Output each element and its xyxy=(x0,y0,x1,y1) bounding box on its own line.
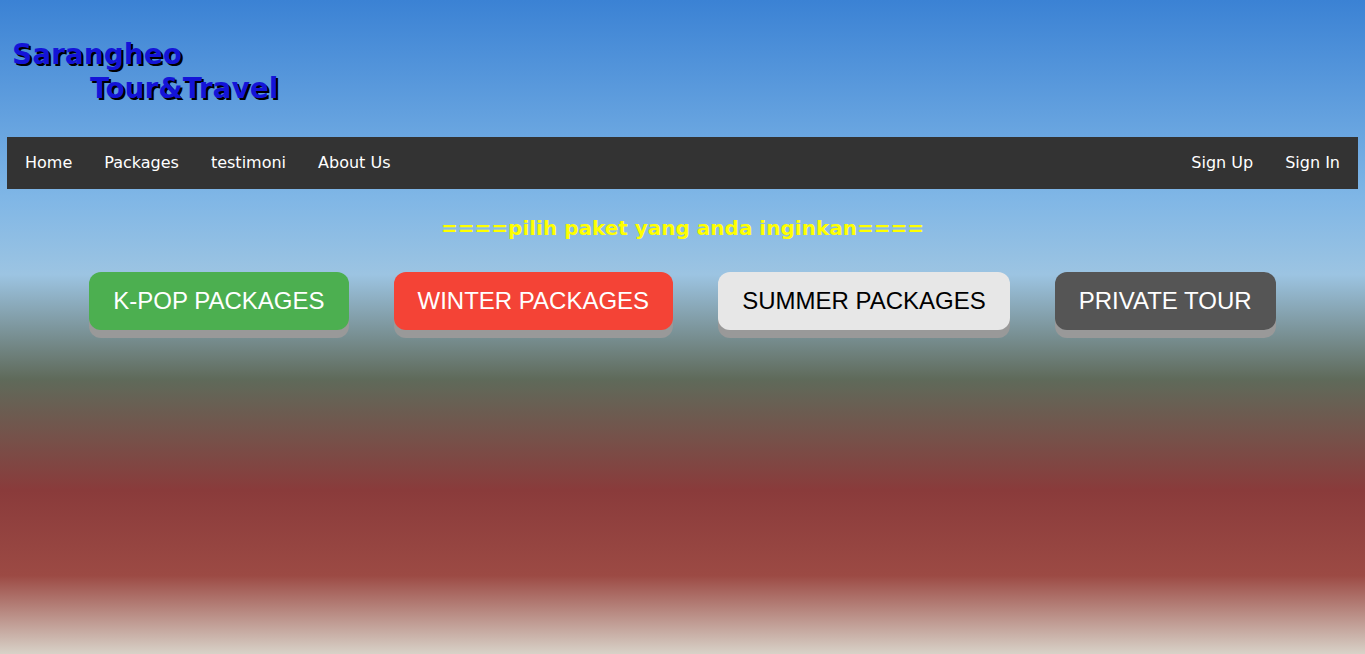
package-button[interactable]: PRIVATE TOUR xyxy=(1055,272,1276,330)
nav-left: HomePackagestestimoniAbout Us xyxy=(9,137,406,189)
nav-right: Sign UpSign In xyxy=(1175,137,1356,189)
background-photo: Sarangheo Tour&Travel HomePackagestestim… xyxy=(0,0,1365,654)
nav-link[interactable]: Packages xyxy=(88,137,195,189)
nav-link[interactable]: About Us xyxy=(302,137,406,189)
nav-link[interactable]: Home xyxy=(9,137,88,189)
nav-link[interactable]: Sign In xyxy=(1269,137,1356,189)
package-buttons: K-POP PACKAGES WINTER PACKAGES SUMMER PACK… xyxy=(0,241,1365,330)
logo-line: Sarangheo xyxy=(12,38,1365,72)
logo-line: Tour&Travel xyxy=(12,72,1365,106)
nav-link[interactable]: testimoni xyxy=(195,137,302,189)
package-button[interactable]: SUMMER PACKAGES xyxy=(718,272,1010,330)
package-button[interactable]: WINTER PACKAGES xyxy=(394,272,674,330)
heading: ====pilih paket yang anda inginkan==== xyxy=(441,215,924,241)
nav-bar: HomePackagestestimoniAbout Us Sign UpSig… xyxy=(7,137,1358,189)
package-button[interactable]: K-POP PACKAGES xyxy=(89,272,348,330)
nav-link[interactable]: Sign Up xyxy=(1175,137,1269,189)
logo[interactable]: Sarangheo Tour&Travel xyxy=(0,0,1365,137)
